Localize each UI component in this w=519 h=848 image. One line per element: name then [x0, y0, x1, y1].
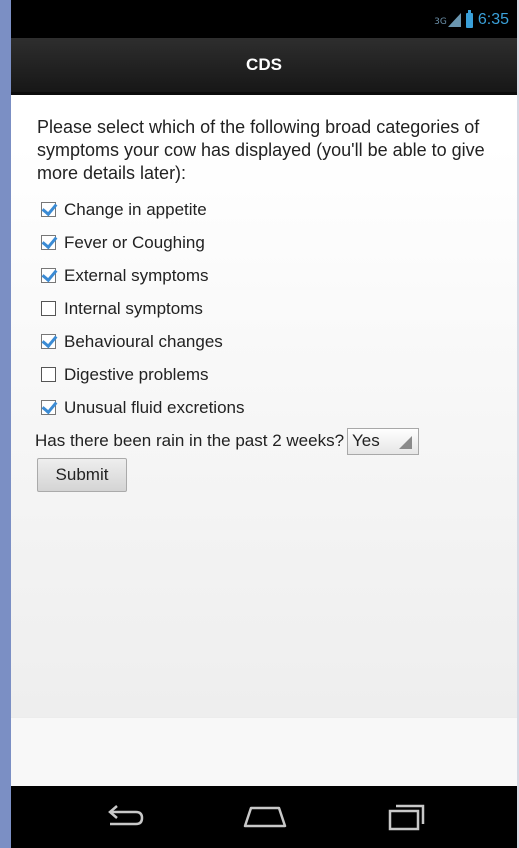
symptom-option-label: Internal symptoms [64, 298, 203, 318]
symptom-option-internal[interactable]: Internal symptoms [41, 292, 244, 325]
symptom-option-label: Unusual fluid excretions [64, 397, 245, 417]
rain-select[interactable]: Yes [347, 427, 420, 455]
home-icon [243, 806, 287, 828]
rain-question-label: Has there been rain in the past 2 weeks? [35, 431, 345, 450]
app-title: CDS [246, 55, 282, 74]
phone-screen: 3G 6:35 CDS Please select which of the f… [11, 0, 517, 848]
submit-button[interactable]: Submit [37, 458, 127, 492]
checkbox[interactable] [41, 400, 56, 415]
battery-icon [465, 9, 473, 28]
checkbox[interactable] [41, 268, 56, 283]
symptom-checklist: Change in appetite Fever or Coughing Ext… [41, 193, 244, 424]
home-button[interactable] [225, 786, 305, 848]
checkbox[interactable] [41, 235, 56, 250]
back-icon [108, 805, 144, 826]
bottom-area [11, 717, 517, 787]
symptom-option-label: External symptoms [64, 265, 209, 285]
status-bar: 3G 6:35 [11, 0, 517, 38]
rain-question-row: Has there been rain in the past 2 weeks?… [35, 426, 420, 456]
symptom-option-digestive[interactable]: Digestive problems [41, 358, 244, 391]
window-left-border [0, 0, 11, 848]
symptom-option-label: Behavioural changes [64, 331, 223, 351]
symptom-option-label: Change in appetite [64, 199, 207, 219]
network-type: 3G [434, 17, 447, 27]
symptom-option-external[interactable]: External symptoms [41, 259, 244, 292]
form-content: Please select which of the following bro… [11, 95, 517, 717]
recents-icon [388, 804, 425, 831]
action-bar: CDS [11, 38, 517, 95]
signal-icon: 3G [434, 13, 461, 27]
symptom-prompt: Please select which of the following bro… [37, 117, 485, 183]
symptom-option-label: Digestive problems [64, 364, 209, 384]
symptom-option-fluid[interactable]: Unusual fluid excretions [41, 391, 244, 424]
back-button[interactable] [84, 786, 164, 848]
recents-button[interactable] [366, 786, 446, 848]
symptom-option-fever[interactable]: Fever or Coughing [41, 226, 244, 259]
status-indicators: 3G 6:35 [434, 9, 509, 30]
rain-select-value: Yes [352, 431, 380, 450]
symptom-option-behavioural[interactable]: Behavioural changes [41, 325, 244, 358]
dropdown-arrow-icon [399, 435, 413, 449]
navigation-bar [11, 786, 517, 848]
checkbox[interactable] [41, 301, 56, 316]
symptom-option-label: Fever or Coughing [64, 232, 205, 252]
status-time: 6:35 [477, 11, 509, 28]
checkbox[interactable] [41, 202, 56, 217]
checkbox[interactable] [41, 367, 56, 382]
symptom-option-appetite[interactable]: Change in appetite [41, 193, 244, 226]
checkbox[interactable] [41, 334, 56, 349]
